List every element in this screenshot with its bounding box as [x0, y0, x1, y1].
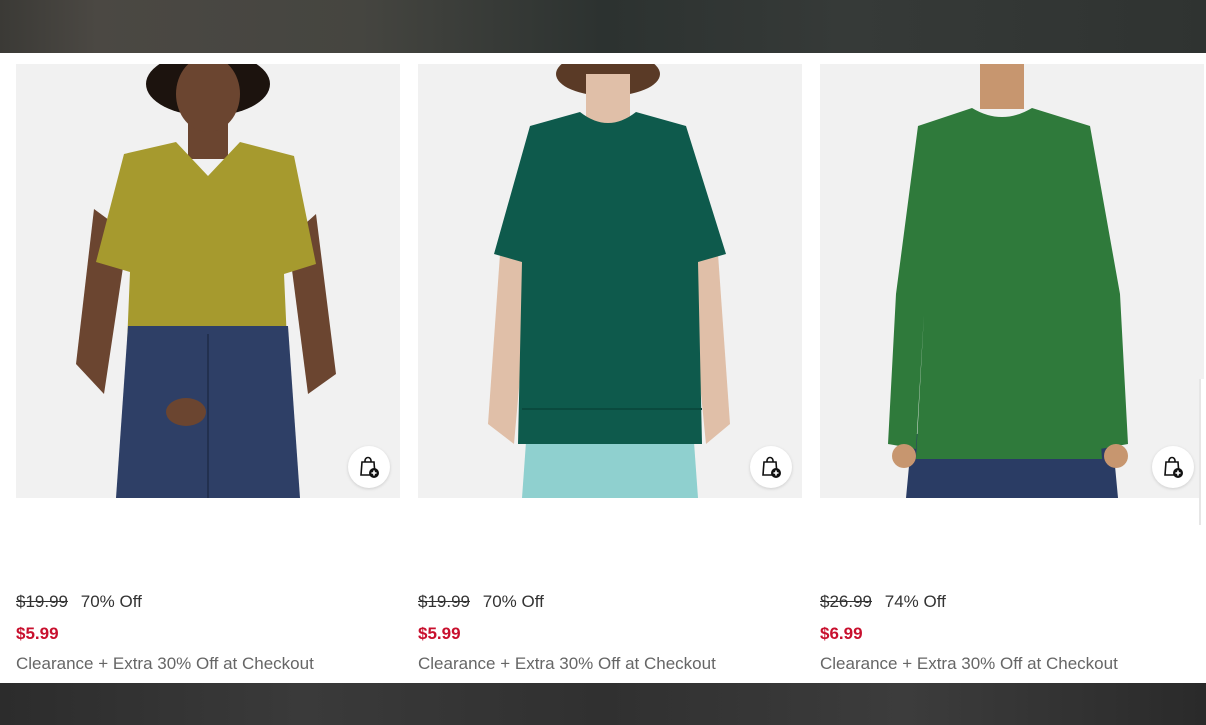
price-row: $19.99 70% Off — [16, 591, 400, 613]
shopping-bag-plus-icon — [360, 456, 379, 478]
original-price: $26.99 — [820, 592, 872, 611]
product-image[interactable] — [16, 64, 400, 498]
product-card[interactable]: $19.99 70% Off $5.99 Clearance + Extra 3… — [16, 64, 400, 673]
add-to-bag-button[interactable] — [348, 446, 390, 488]
discount-label: 70% Off — [482, 592, 544, 611]
sale-price: $5.99 — [418, 624, 461, 643]
add-to-bag-button[interactable] — [750, 446, 792, 488]
discount-label: 70% Off — [80, 592, 142, 611]
original-price: $19.99 — [418, 592, 470, 611]
product-info: $26.99 74% Off $6.99 Clearance + Extra 3… — [820, 591, 1204, 675]
product-photo-v-neck-tee — [16, 64, 400, 498]
product-info: $19.99 70% Off $5.99 Clearance + Extra 3… — [16, 591, 400, 675]
product-photo-long-sleeve-tee — [820, 64, 1204, 498]
promo-text: Clearance + Extra 30% Off at Checkout — [820, 654, 1118, 673]
promo-text: Clearance + Extra 30% Off at Checkout — [418, 654, 716, 673]
product-grid: $19.99 70% Off $5.99 Clearance + Extra 3… — [0, 53, 1206, 683]
product-card[interactable]: $19.99 70% Off $5.99 Clearance + Extra 3… — [418, 64, 802, 673]
top-image-band — [0, 0, 1206, 53]
price-row: $19.99 70% Off — [418, 591, 802, 613]
shopping-bag-plus-icon — [762, 456, 781, 478]
product-card[interactable]: $26.99 74% Off $6.99 Clearance + Extra 3… — [820, 64, 1204, 673]
promo-text: Clearance + Extra 30% Off at Checkout — [16, 654, 314, 673]
shopping-bag-plus-icon — [1164, 456, 1183, 478]
sale-price: $6.99 — [820, 624, 863, 643]
sale-price: $5.99 — [16, 624, 59, 643]
bottom-image-band — [0, 683, 1206, 725]
discount-label: 74% Off — [884, 592, 946, 611]
product-photo-crew-neck-tee — [418, 64, 802, 498]
product-image[interactable] — [820, 64, 1204, 498]
price-row: $26.99 74% Off — [820, 591, 1204, 613]
original-price: $19.99 — [16, 592, 68, 611]
product-info: $19.99 70% Off $5.99 Clearance + Extra 3… — [418, 591, 802, 675]
next-card-edge — [1199, 379, 1206, 525]
add-to-bag-button[interactable] — [1152, 446, 1194, 488]
product-image[interactable] — [418, 64, 802, 498]
